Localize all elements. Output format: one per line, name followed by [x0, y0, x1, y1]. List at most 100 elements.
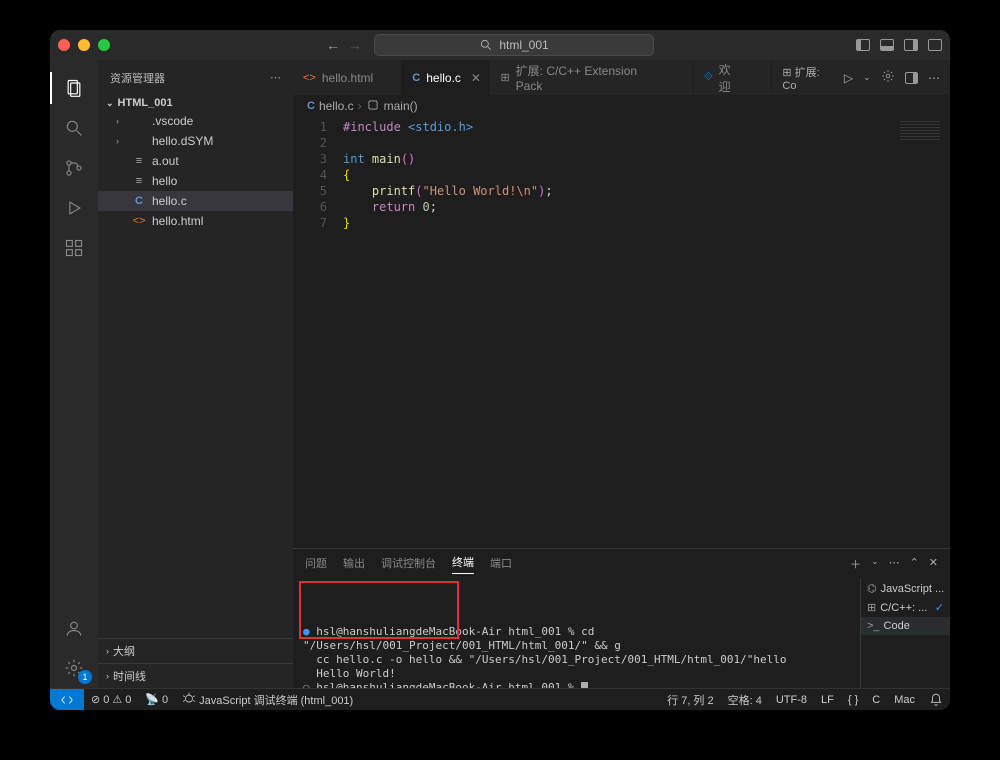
- maximize-window-button[interactable]: [98, 39, 110, 51]
- panel-tab[interactable]: 端口: [490, 555, 512, 574]
- close-window-button[interactable]: [58, 39, 70, 51]
- window-controls: [58, 39, 110, 51]
- eol-status[interactable]: LF: [814, 694, 841, 706]
- search-activity-icon[interactable]: [50, 108, 98, 148]
- vscode-window: ← → html_001: [50, 30, 950, 710]
- explorer-root[interactable]: ⌄ HTML_001: [98, 95, 293, 111]
- terminal-list-item[interactable]: >_Code: [861, 617, 950, 635]
- toggle-primary-sidebar-icon[interactable]: [856, 39, 870, 51]
- check-icon: ✓: [935, 601, 944, 614]
- sidebar-more-icon[interactable]: ⋯: [270, 71, 281, 84]
- panel-actions: ＋ ⌄ ⋯ ⌃ ✕: [850, 556, 938, 572]
- toggle-panel-icon[interactable]: [880, 39, 894, 51]
- code-content[interactable]: #include <stdio.h> int main(){ printf("H…: [343, 117, 890, 548]
- editor-tab[interactable]: ⊞扩展: C/C++ Extension Pack✕: [490, 60, 694, 95]
- ports-status[interactable]: 📡0: [138, 693, 175, 706]
- panel-tab[interactable]: 输出: [343, 555, 365, 574]
- nav-forward-icon[interactable]: →: [348, 37, 362, 53]
- file-label: hello.dSYM: [152, 134, 213, 148]
- language-mode[interactable]: C: [865, 694, 887, 706]
- panel-maximize-icon[interactable]: ⌃: [910, 556, 919, 572]
- status-bar: ⊘0 ⚠0 📡0 JavaScript 调试终端 (html_001) 行 7,…: [50, 688, 950, 710]
- nav-arrows: ← →: [326, 37, 362, 53]
- encoding-status[interactable]: UTF-8: [769, 694, 814, 706]
- terminal-list-item[interactable]: ⊞C/C++: ...✓: [861, 598, 950, 617]
- editor-tab[interactable]: <>hello.html✕: [293, 60, 402, 95]
- braces-status[interactable]: { }: [841, 694, 865, 706]
- settings-gear-icon[interactable]: [881, 69, 895, 86]
- timeline-section[interactable]: › 时间线: [98, 663, 293, 688]
- terminal-list-item[interactable]: ⌬JavaScript ...: [861, 579, 950, 598]
- terminal-item-label: Code: [884, 620, 910, 632]
- editor-tab[interactable]: Chello.c✕: [402, 60, 490, 95]
- explorer-activity-icon[interactable]: [50, 68, 98, 108]
- more-actions-icon[interactable]: ⋯: [928, 71, 940, 85]
- file-item[interactable]: ≡a.out: [98, 151, 293, 171]
- html-file-icon: <>: [303, 72, 316, 84]
- customize-layout-icon[interactable]: [928, 39, 942, 51]
- breadcrumb[interactable]: C hello.c › main(): [293, 95, 950, 117]
- outline-section[interactable]: › 大纲: [98, 638, 293, 663]
- warning-icon: ⚠: [112, 693, 122, 706]
- accounts-activity-icon[interactable]: [50, 608, 98, 648]
- cursor-position[interactable]: 行 7, 列 2: [660, 692, 720, 708]
- breadcrumb-file[interactable]: hello.c: [319, 99, 354, 113]
- panel-tab[interactable]: 调试控制台: [381, 555, 436, 574]
- run-play-icon[interactable]: ▷: [844, 71, 853, 85]
- remote-indicator[interactable]: [50, 689, 84, 710]
- file-item[interactable]: ›hello.dSYM: [98, 131, 293, 151]
- command-center[interactable]: html_001: [374, 34, 654, 56]
- tab-label: 欢迎: [719, 61, 742, 95]
- panel-tabs: 问题输出调试控制台终端端口 ＋ ⌄ ⋯ ⌃ ✕: [293, 549, 950, 579]
- new-terminal-icon[interactable]: ＋: [850, 556, 861, 572]
- symbol-method-icon: [366, 98, 380, 115]
- file-item[interactable]: ›.vscode: [98, 111, 293, 131]
- editor-group: <>hello.html✕Chello.c✕⊞扩展: C/C++ Extensi…: [293, 60, 950, 688]
- close-tab-icon[interactable]: ✕: [471, 71, 481, 85]
- terminal-dropdown-icon[interactable]: ⌄: [871, 556, 879, 572]
- minimap-content: [900, 121, 940, 141]
- file-label: hello.html: [152, 214, 203, 228]
- sidebar-title: 资源管理器: [110, 70, 165, 86]
- terminal-list: ⌬JavaScript ...⊞C/C++: ...✓>_Code: [860, 579, 950, 688]
- search-text: html_001: [499, 38, 548, 52]
- terminal-item-label: C/C++: ...: [880, 602, 927, 614]
- editor[interactable]: 1234567 #include <stdio.h> int main(){ p…: [293, 117, 950, 548]
- panel-tab[interactable]: 终端: [452, 554, 474, 574]
- breadcrumb-symbol[interactable]: main(): [384, 99, 418, 113]
- extensions-activity-icon[interactable]: [50, 228, 98, 268]
- settings-activity-icon[interactable]: 1: [50, 648, 98, 688]
- run-dropdown-icon[interactable]: ⌄: [863, 72, 871, 83]
- sidebar-header: 资源管理器 ⋯: [98, 60, 293, 95]
- notifications-icon[interactable]: [922, 693, 950, 707]
- toggle-secondary-sidebar-icon[interactable]: [904, 39, 918, 51]
- problems-status[interactable]: ⊘0 ⚠0: [84, 693, 138, 706]
- tab-label: hello.c: [426, 71, 461, 85]
- scm-activity-icon[interactable]: [50, 148, 98, 188]
- extensions-shortcut[interactable]: ⊞ 扩展: Co: [782, 64, 834, 92]
- file-item[interactable]: ≡hello: [98, 171, 293, 191]
- panel-more-icon[interactable]: ⋯: [889, 556, 900, 572]
- debug-status[interactable]: JavaScript 调试终端 (html_001): [175, 691, 360, 708]
- editor-tab[interactable]: ⟐欢迎✕: [694, 60, 772, 95]
- outline-label: 大纲: [113, 643, 135, 659]
- chevron-right-icon: ›: [106, 646, 109, 656]
- minimize-window-button[interactable]: [78, 39, 90, 51]
- file-label: hello: [152, 174, 177, 188]
- file-icon: ≡: [132, 155, 146, 167]
- panel-close-icon[interactable]: ✕: [929, 556, 938, 572]
- indentation-status[interactable]: 空格: 4: [721, 692, 769, 708]
- debug-icon: ⌬: [867, 582, 877, 595]
- panel-tab[interactable]: 问题: [305, 555, 327, 574]
- terminal[interactable]: ● hsl@hanshuliangdeMacBook-Air html_001 …: [293, 579, 860, 688]
- split-editor-icon[interactable]: [905, 72, 918, 84]
- debug-activity-icon[interactable]: [50, 188, 98, 228]
- os-status[interactable]: Mac: [887, 694, 922, 706]
- c-file-icon: C: [132, 195, 146, 207]
- file-item[interactable]: <>hello.html: [98, 211, 293, 231]
- nav-back-icon[interactable]: ←: [326, 37, 340, 53]
- file-item[interactable]: Chello.c: [98, 191, 293, 211]
- activity-bar: 1: [50, 60, 98, 688]
- minimap[interactable]: [890, 117, 950, 548]
- radio-tower-icon: 📡: [145, 693, 159, 706]
